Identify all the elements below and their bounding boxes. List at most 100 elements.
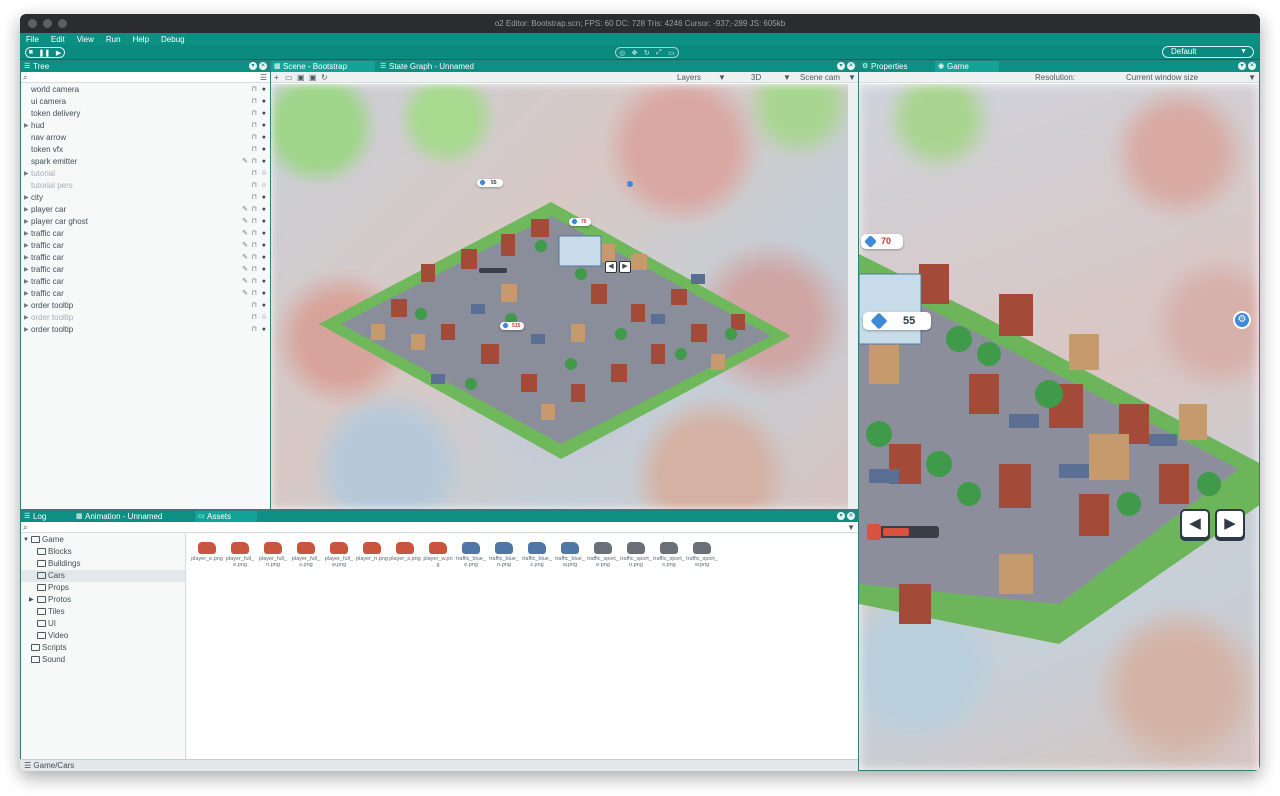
resolution-dropdown[interactable]: Current window size <box>1126 72 1198 83</box>
menu-debug[interactable]: Debug <box>161 35 185 44</box>
asset-item[interactable]: traffic_blue_w.png <box>554 542 586 568</box>
assets-folder-item[interactable]: Buildings <box>21 558 185 570</box>
stop-icon[interactable]: ■ <box>29 49 33 56</box>
tree-item[interactable]: spark emitter ✎ ⊓ ● <box>21 156 270 168</box>
assets-folder-item[interactable]: ▶ Protos <box>21 594 185 606</box>
rotate-tool-icon[interactable]: ↻ <box>644 49 650 57</box>
layout-dropdown[interactable]: Default ▼ <box>1162 46 1254 58</box>
panel-close-icon[interactable]: ✕ <box>259 62 267 70</box>
settings-icon[interactable]: ⚙ <box>1233 311 1251 329</box>
lock-icon[interactable]: ⊓ <box>252 264 257 276</box>
edit-icon[interactable]: ✎ <box>242 276 248 288</box>
tree-item[interactable]: ▶ order tooltip ⊓ ● <box>21 300 270 312</box>
visibility-icon[interactable]: ● <box>262 300 266 312</box>
tab-tree[interactable]: ☰ Tree <box>21 61 270 72</box>
expand-arrow-icon[interactable]: ▶ <box>24 216 29 228</box>
asset-item[interactable]: player_full_e.png <box>224 542 256 568</box>
tree-item[interactable]: ▶ hud ⊓ ● <box>21 120 270 132</box>
asset-item[interactable]: traffic_sport_w.png <box>686 542 718 568</box>
panel-close-icon[interactable]: ✕ <box>847 512 855 520</box>
tree-item[interactable]: ▶ tutorial ⊓ ○ <box>21 168 270 180</box>
visibility-icon[interactable]: ● <box>262 156 266 168</box>
tree-item[interactable]: ▶ order tooltip ⊓ ● <box>21 324 270 336</box>
expand-arrow-icon[interactable]: ▶ <box>24 120 29 132</box>
visibility-icon[interactable]: ● <box>262 228 266 240</box>
lock-icon[interactable]: ⊓ <box>252 144 257 156</box>
lock-icon[interactable]: ⊓ <box>252 288 257 300</box>
assets-folder-item[interactable]: Cars <box>21 570 185 582</box>
add-icon[interactable]: + <box>274 72 279 83</box>
lock-icon[interactable]: ⊓ <box>252 120 257 132</box>
edit-icon[interactable]: ✎ <box>242 228 248 240</box>
tree-item[interactable]: ▶ traffic car ✎ ⊓ ● <box>21 228 270 240</box>
edit-icon[interactable]: ✎ <box>242 204 248 216</box>
visibility-icon[interactable]: ○ <box>262 312 266 324</box>
asset-item[interactable]: traffic_blue_n.png <box>488 542 520 568</box>
panel-close-icon[interactable]: ✕ <box>847 62 855 70</box>
expand-arrow-icon[interactable]: ▶ <box>24 228 29 240</box>
visibility-icon[interactable]: ● <box>262 144 266 156</box>
nav-right-button[interactable]: ▶ <box>1215 509 1245 539</box>
filter-icon[interactable]: ☰ <box>260 72 267 83</box>
minimize-window-button[interactable] <box>43 19 52 28</box>
menu-view[interactable]: View <box>77 35 94 44</box>
pause-icon[interactable]: ❚❚ <box>39 49 51 57</box>
refresh-icon[interactable]: ↻ <box>321 72 328 83</box>
lock-icon[interactable]: ⊓ <box>252 84 257 96</box>
close-window-button[interactable] <box>28 19 37 28</box>
lock-icon[interactable]: ⊓ <box>252 168 257 180</box>
lock-icon[interactable]: ⊓ <box>252 108 257 120</box>
folder-icon[interactable]: ▭ <box>285 72 293 83</box>
asset-item[interactable]: player_e.png <box>191 542 223 562</box>
asset-item[interactable]: player_s.png <box>389 542 421 562</box>
tree-item[interactable]: ▶ traffic car ✎ ⊓ ● <box>21 276 270 288</box>
asset-item[interactable]: traffic_blue_s.png <box>521 542 553 568</box>
tree-item[interactable]: ▶ traffic car ✎ ⊓ ● <box>21 264 270 276</box>
tab-animation[interactable]: ▦ Animation - Unnamed <box>73 511 193 522</box>
visibility-icon[interactable]: ● <box>262 132 266 144</box>
lock-icon[interactable]: ⊓ <box>252 180 257 192</box>
game-viewport[interactable]: 70 55 ⚙ ◀ ▶ <box>859 84 1259 770</box>
assets-folder-item[interactable]: Video <box>21 630 185 642</box>
tree-item[interactable]: ▶ player car ghost ✎ ⊓ ● <box>21 216 270 228</box>
visibility-icon[interactable]: ● <box>262 288 266 300</box>
expand-arrow-icon[interactable]: ▶ <box>24 276 29 288</box>
asset-item[interactable]: traffic_sport_n.png <box>620 542 652 568</box>
asset-item[interactable]: player_w.png <box>422 542 454 568</box>
expand-arrow-icon[interactable]: ▶ <box>24 204 29 216</box>
visibility-icon[interactable]: ● <box>262 264 266 276</box>
visibility-icon[interactable]: ● <box>262 204 266 216</box>
menu-edit[interactable]: Edit <box>51 35 65 44</box>
visibility-icon[interactable]: ● <box>262 276 266 288</box>
nav-left-button[interactable]: ◀ <box>1180 509 1210 539</box>
assets-folder-item[interactable]: Blocks <box>21 546 185 558</box>
asset-item[interactable]: player_full_s.png <box>290 542 322 568</box>
panel-close-icon[interactable]: ✕ <box>1248 62 1256 70</box>
assets-folder-item[interactable]: UI <box>21 618 185 630</box>
tree-item[interactable]: nav arrow ⊓ ● <box>21 132 270 144</box>
visibility-icon[interactable]: ● <box>262 120 266 132</box>
panel-menu-icon[interactable]: ▾ <box>1238 62 1246 70</box>
tab-game[interactable]: ◉ Game <box>935 61 999 72</box>
asset-item[interactable]: player_n.png <box>356 542 388 562</box>
assets-folder-item[interactable]: Scripts <box>21 642 185 654</box>
view-mode-dropdown[interactable]: 3D <box>751 72 761 83</box>
menu-run[interactable]: Run <box>106 35 121 44</box>
asset-item[interactable]: player_full_w.png <box>323 542 355 568</box>
menu-file[interactable]: File <box>26 35 39 44</box>
lock-icon[interactable]: ⊓ <box>252 252 257 264</box>
tab-state-graph[interactable]: ☰ State Graph - Unnamed <box>377 61 503 72</box>
visibility-icon[interactable]: ● <box>262 108 266 120</box>
asset-item[interactable]: traffic_sport_e.png <box>587 542 619 568</box>
tree-search-bar[interactable]: ⌕ ☰ <box>21 72 270 83</box>
assets-search-bar[interactable]: ⌕ ▼ <box>21 522 858 533</box>
visibility-icon[interactable]: ● <box>262 324 266 336</box>
assets-folder-item[interactable]: ▼ Game <box>21 534 185 546</box>
expand-arrow-icon[interactable]: ▶ <box>24 252 29 264</box>
visibility-icon[interactable]: ● <box>262 252 266 264</box>
tree-item[interactable]: ▶ traffic car ✎ ⊓ ● <box>21 252 270 264</box>
tree-item[interactable]: ▶ city ⊓ ● <box>21 192 270 204</box>
expand-arrow-icon[interactable]: ▶ <box>24 288 29 300</box>
edit-icon[interactable]: ✎ <box>242 216 248 228</box>
lock-icon[interactable]: ⊓ <box>252 300 257 312</box>
